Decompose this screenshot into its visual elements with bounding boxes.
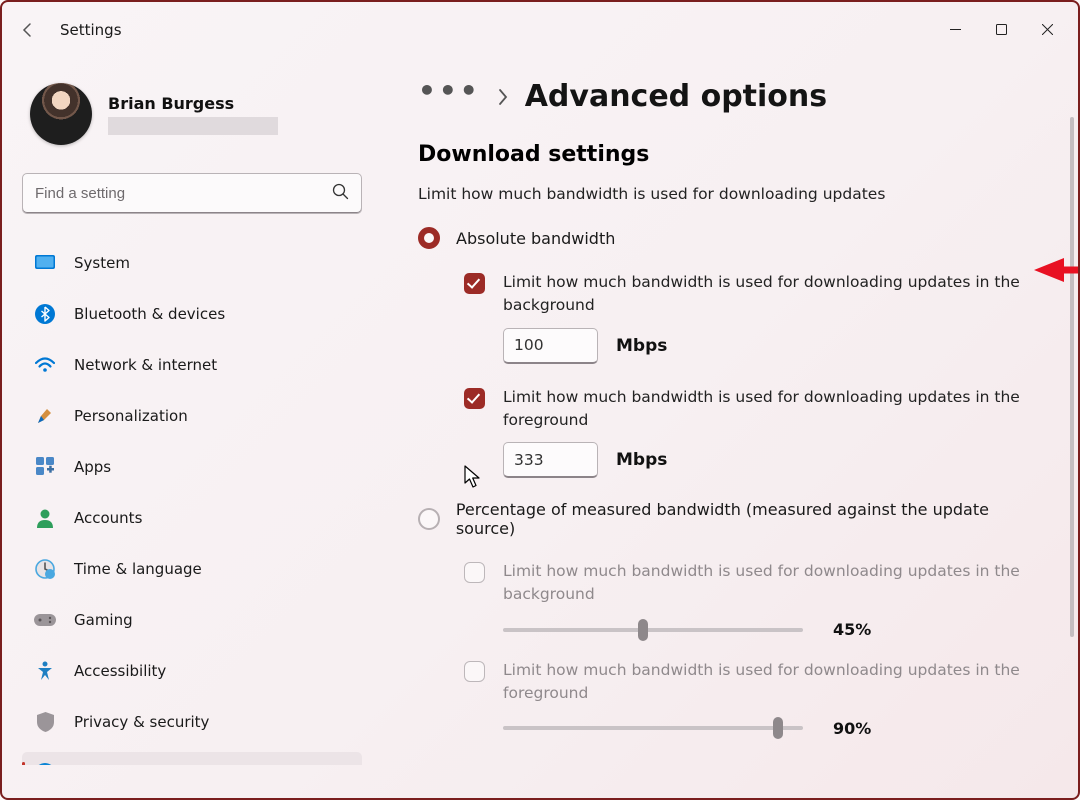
sidebar-item-label: Windows Update [74, 764, 200, 766]
sidebar-item-network[interactable]: Network & internet [22, 344, 362, 385]
profile-text: Brian Burgess [108, 94, 278, 135]
avatar [30, 83, 92, 145]
accessibility-icon [34, 660, 56, 682]
slider-track [503, 726, 803, 730]
checkbox-label: Limit how much bandwidth is used for dow… [503, 659, 1033, 706]
background-value-row: 100 Mbps [503, 328, 1048, 364]
sidebar-item-personalization[interactable]: Personalization [22, 395, 362, 436]
settings-window: Settings Brian Burgess [0, 0, 1080, 800]
background-pct-value: 45% [833, 620, 871, 639]
checkbox-icon [464, 562, 485, 583]
gaming-icon [34, 609, 56, 631]
option-percentage-bandwidth: Percentage of measured bandwidth (measur… [418, 500, 1048, 739]
bluetooth-icon [34, 303, 56, 325]
chevron-right-icon [497, 79, 509, 114]
sidebar-item-windows-update[interactable]: Windows Update [22, 752, 362, 765]
radio-label: Absolute bandwidth [456, 229, 615, 248]
shield-icon [34, 711, 56, 733]
app-title: Settings [60, 21, 122, 39]
section-heading: Download settings [418, 142, 1048, 167]
system-icon [34, 252, 56, 274]
sidebar-item-label: Personalization [74, 407, 188, 425]
checkbox-pct-foreground[interactable]: Limit how much bandwidth is used for dow… [464, 659, 1048, 706]
sidebar-item-system[interactable]: System [22, 242, 362, 283]
sidebar-item-apps[interactable]: Apps [22, 446, 362, 487]
profile-block[interactable]: Brian Burgess [30, 83, 362, 145]
profile-name: Brian Burgess [108, 94, 278, 113]
section-description: Limit how much bandwidth is used for dow… [418, 185, 1048, 203]
sidebar-item-bluetooth[interactable]: Bluetooth & devices [22, 293, 362, 334]
close-button[interactable] [1024, 14, 1070, 46]
background-slider-row: 45% [503, 619, 1048, 641]
radio-percentage-bandwidth[interactable]: Percentage of measured bandwidth (measur… [418, 500, 1048, 538]
accounts-icon [34, 507, 56, 529]
close-icon [1042, 24, 1053, 35]
main-content: ••• Advanced options Download settings L… [382, 57, 1078, 798]
sidebar-item-accounts[interactable]: Accounts [22, 497, 362, 538]
foreground-slider-row: 90% [503, 717, 1048, 739]
unit-label: Mbps [616, 450, 667, 470]
minimize-button[interactable] [932, 14, 978, 46]
back-button[interactable] [10, 12, 46, 48]
maximize-button[interactable] [978, 14, 1024, 46]
titlebar: Settings [2, 2, 1078, 57]
sidebar-item-label: Accounts [74, 509, 142, 527]
breadcrumb-overflow-button[interactable]: ••• [418, 74, 481, 107]
radio-icon [418, 508, 440, 530]
sidebar-item-time[interactable]: Time & language [22, 548, 362, 589]
option-absolute-bandwidth: Absolute bandwidth Limit how much bandwi… [418, 227, 1048, 478]
checkbox-icon [464, 661, 485, 682]
slider-thumb[interactable] [773, 717, 783, 739]
sidebar-item-label: System [74, 254, 130, 272]
slider-thumb[interactable] [638, 619, 648, 641]
checkbox-icon [464, 273, 485, 294]
checkbox-limit-background[interactable]: Limit how much bandwidth is used for dow… [464, 271, 1048, 318]
search-icon [332, 183, 349, 204]
apps-icon [34, 456, 56, 478]
search-box[interactable] [22, 173, 362, 214]
breadcrumb: ••• Advanced options [418, 79, 1048, 114]
unit-label: Mbps [616, 336, 667, 356]
sidebar-item-label: Bluetooth & devices [74, 305, 225, 323]
checkbox-pct-background[interactable]: Limit how much bandwidth is used for dow… [464, 560, 1048, 607]
content-scrollbar[interactable] [1070, 117, 1074, 637]
paintbrush-icon [34, 405, 56, 427]
foreground-pct-slider[interactable] [503, 717, 803, 739]
sidebar-item-label: Network & internet [74, 356, 217, 374]
wifi-icon [34, 354, 56, 376]
foreground-mbps-input[interactable]: 333 [503, 442, 598, 478]
checkbox-limit-foreground[interactable]: Limit how much bandwidth is used for dow… [464, 386, 1048, 433]
back-arrow-icon [20, 22, 36, 38]
radio-absolute-bandwidth[interactable]: Absolute bandwidth [418, 227, 1048, 249]
minimize-icon [950, 24, 961, 35]
slider-track [503, 628, 803, 632]
background-pct-slider[interactable] [503, 619, 803, 641]
background-mbps-input[interactable]: 100 [503, 328, 598, 364]
sidebar-item-label: Apps [74, 458, 111, 476]
profile-email-redacted [108, 117, 278, 135]
foreground-pct-value: 90% [833, 719, 871, 738]
search-input[interactable] [35, 185, 332, 202]
clock-globe-icon [34, 558, 56, 580]
update-icon [34, 762, 56, 766]
maximize-icon [996, 24, 1007, 35]
sidebar-item-label: Time & language [74, 560, 202, 578]
sidebar-item-label: Gaming [74, 611, 133, 629]
radio-label: Percentage of measured bandwidth (measur… [456, 500, 1048, 538]
sidebar-item-label: Privacy & security [74, 713, 209, 731]
sidebar-item-label: Accessibility [74, 662, 166, 680]
sidebar: Brian Burgess System Blu [2, 57, 382, 798]
checkbox-label: Limit how much bandwidth is used for dow… [503, 560, 1033, 607]
checkbox-label: Limit how much bandwidth is used for dow… [503, 271, 1033, 318]
radio-icon [418, 227, 440, 249]
checkbox-label: Limit how much bandwidth is used for dow… [503, 386, 1033, 433]
sidebar-item-privacy[interactable]: Privacy & security [22, 701, 362, 742]
window-controls [932, 14, 1070, 46]
checkbox-icon [464, 388, 485, 409]
foreground-value-row: 333 Mbps [503, 442, 1048, 478]
sidebar-item-accessibility[interactable]: Accessibility [22, 650, 362, 691]
sidebar-item-gaming[interactable]: Gaming [22, 599, 362, 640]
page-title: Advanced options [525, 79, 827, 114]
sidebar-nav: System Bluetooth & devices Network & int… [22, 242, 362, 765]
